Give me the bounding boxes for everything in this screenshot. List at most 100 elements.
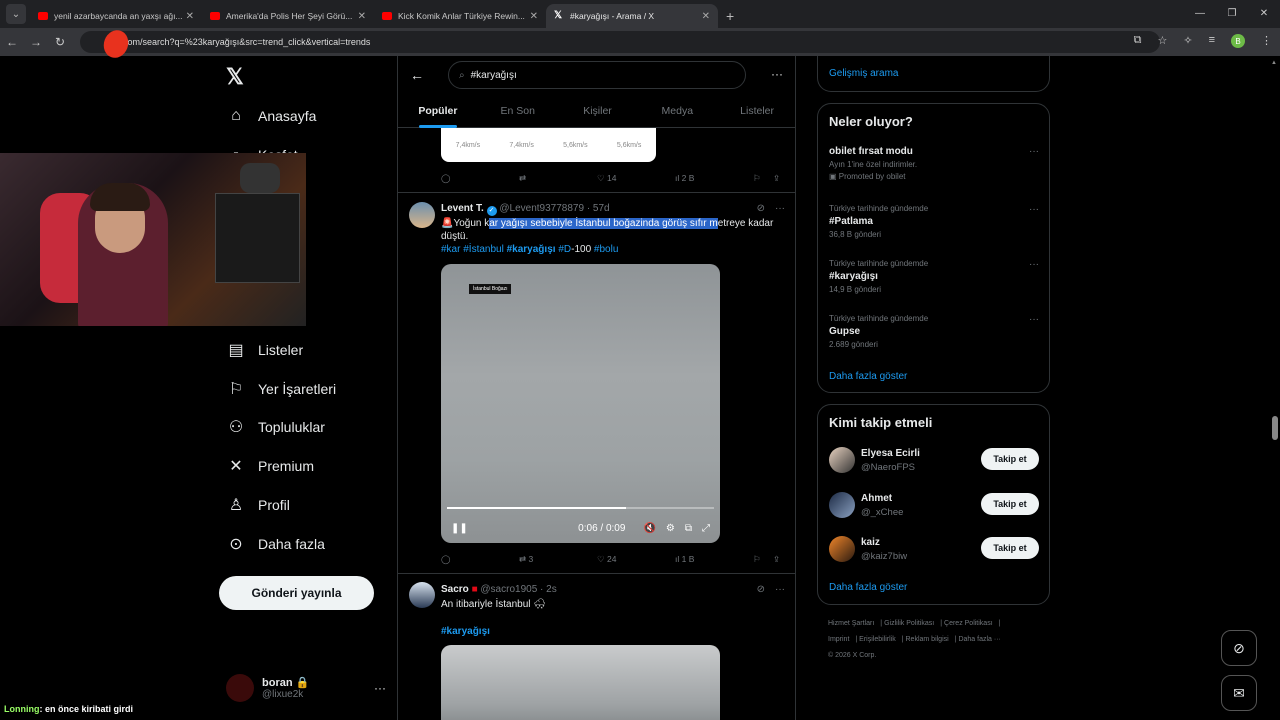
reply-icon[interactable]: ◯ bbox=[441, 554, 451, 565]
repost-button[interactable]: ⇄ 3 bbox=[519, 554, 533, 565]
follow-suggestion[interactable]: Elyesa Ecirli @NaeroFPS Takip et bbox=[829, 445, 1039, 475]
browser-tab-3[interactable]: Kick Komik Anlar Türkiye Rewin... ✕ bbox=[374, 4, 546, 28]
nav-lists[interactable]: ▤ Listeler bbox=[226, 335, 303, 365]
nav-home[interactable]: ⌂ Anasayfa bbox=[226, 101, 316, 131]
close-tab-icon[interactable]: ✕ bbox=[358, 11, 366, 22]
bookmark-icon[interactable]: ⚐ bbox=[753, 554, 761, 565]
back-arrow-icon[interactable]: ← bbox=[410, 67, 424, 83]
grok-icon[interactable]: ⊘ bbox=[757, 203, 765, 214]
trend-item[interactable]: Türkiye tarihinde gündemde #Patlama 36,8… bbox=[829, 204, 1039, 239]
like-button[interactable]: ♡ 24 bbox=[597, 554, 616, 565]
pip-icon[interactable]: ⧉ bbox=[685, 523, 692, 534]
close-tab-icon[interactable]: ✕ bbox=[186, 11, 194, 22]
messages-button[interactable]: ✉ bbox=[1221, 675, 1257, 711]
nav-profile[interactable]: ♙ Profil bbox=[226, 490, 290, 520]
cast-icon[interactable]: ⧉ bbox=[1134, 34, 1142, 48]
repost-icon[interactable]: ⇄ bbox=[519, 173, 526, 184]
bookmark-star-icon[interactable]: ☆ bbox=[1157, 34, 1167, 48]
tab-lists[interactable]: Listeler bbox=[717, 100, 795, 128]
footer-link[interactable]: Gizlilik Politikası bbox=[884, 620, 934, 627]
new-tab-icon[interactable]: + bbox=[726, 8, 734, 24]
nav-bookmarks[interactable]: ⚐ Yer İşaretleri bbox=[226, 374, 336, 404]
follow-suggestion[interactable]: Ahmet @_xChee Takip et bbox=[829, 490, 1039, 520]
show-more-link[interactable]: Daha fazla göster bbox=[829, 582, 907, 593]
scrollbar[interactable] bbox=[1270, 56, 1280, 720]
footer-link[interactable]: Çerez Politikası bbox=[944, 620, 993, 627]
more-icon[interactable]: ··· bbox=[1029, 204, 1039, 215]
reload-icon[interactable]: ↻ bbox=[48, 35, 72, 49]
nav-premium[interactable]: ✕ Premium bbox=[226, 451, 314, 481]
trend-item[interactable]: Türkiye tarihinde gündemde #karyağışı 14… bbox=[829, 259, 1039, 294]
close-tab-icon[interactable]: ✕ bbox=[702, 11, 710, 22]
restore-icon[interactable]: ❐ bbox=[1216, 0, 1248, 28]
mute-icon[interactable]: 🔇 bbox=[643, 523, 655, 534]
follow-suggestion[interactable]: kaiz @kaiz7biw Takip et bbox=[829, 534, 1039, 564]
footer-link[interactable]: Hizmet Şartları bbox=[828, 620, 874, 627]
follow-button[interactable]: Takip et bbox=[981, 537, 1039, 559]
pause-icon[interactable]: ❚❚ bbox=[451, 523, 468, 534]
like-button[interactable]: ♡ 14 bbox=[597, 173, 616, 184]
follow-button[interactable]: Takip et bbox=[981, 448, 1039, 470]
more-icon[interactable]: ··· bbox=[374, 681, 386, 695]
footer-link[interactable]: Imprint bbox=[828, 636, 849, 643]
more-icon[interactable]: ··· bbox=[775, 584, 785, 595]
footer-link[interactable]: Reklam bilgisi bbox=[906, 636, 949, 643]
browser-tab-2[interactable]: Amerika'da Polis Her Şeyi Görü... ✕ bbox=[202, 4, 374, 28]
show-more-link[interactable]: Daha fazla göster bbox=[829, 371, 907, 382]
hashtag-link[interactable]: #D bbox=[558, 244, 571, 255]
scrollbar-thumb[interactable] bbox=[1272, 416, 1278, 440]
hashtag-link[interactable]: #karyağışı bbox=[441, 626, 490, 637]
forward-icon[interactable]: → bbox=[24, 35, 48, 49]
tab-popular[interactable]: Popüler bbox=[398, 100, 478, 128]
back-icon[interactable]: ← bbox=[0, 35, 24, 49]
browser-tab-1[interactable]: yenil azarbaycanda an yaxşı ağı... ✕ bbox=[30, 4, 202, 28]
video-progress-bar[interactable] bbox=[447, 507, 714, 509]
browser-tab-4[interactable]: 𝕏 #karyağışı - Arama / X ✕ bbox=[546, 4, 718, 28]
fullscreen-icon[interactable]: ⤢ bbox=[702, 523, 710, 534]
views-button[interactable]: ıl 1 B bbox=[675, 554, 694, 564]
tab-latest[interactable]: En Son bbox=[478, 100, 558, 128]
scroll-up-icon[interactable]: ▲ bbox=[1271, 60, 1277, 66]
more-icon[interactable]: ··· bbox=[1029, 146, 1039, 157]
more-icon[interactable]: ··· bbox=[771, 67, 783, 81]
url-field[interactable]: x.com/search?q=%23karyağışı&src=trend_cl… bbox=[80, 31, 1160, 53]
profile-avatar[interactable]: B bbox=[1231, 34, 1245, 48]
tweet-image[interactable] bbox=[441, 645, 720, 720]
close-window-icon[interactable]: ✕ bbox=[1248, 0, 1280, 28]
more-icon[interactable]: ··· bbox=[775, 203, 785, 214]
bookmark-icon[interactable]: ⚐ bbox=[753, 173, 761, 184]
extensions-icon[interactable]: ✧ bbox=[1183, 34, 1192, 48]
tab-list-button[interactable]: ⌄ bbox=[6, 4, 26, 24]
menu-icon[interactable]: ⋮ bbox=[1261, 34, 1272, 48]
follow-button[interactable]: Takip et bbox=[981, 493, 1039, 515]
x-logo-icon[interactable]: 𝕏 bbox=[226, 64, 244, 90]
reply-icon[interactable]: ◯ bbox=[441, 173, 451, 184]
more-icon[interactable]: ··· bbox=[1029, 314, 1039, 325]
grok-icon[interactable]: ⊘ bbox=[757, 584, 765, 595]
media-icon[interactable]: ≡ bbox=[1209, 34, 1215, 48]
post-button[interactable]: Gönderi yayınla bbox=[219, 576, 374, 610]
hashtag-link[interactable]: #karyağışı bbox=[507, 244, 556, 255]
hashtag-link[interactable]: #bolu bbox=[594, 244, 618, 255]
hashtag-link[interactable]: #kar bbox=[441, 244, 460, 255]
close-tab-icon[interactable]: ✕ bbox=[530, 11, 538, 22]
trend-item[interactable]: obilet fırsat modu Ayın 1'ine özel indir… bbox=[829, 146, 1039, 181]
account-switcher[interactable]: boran 🔒 @lixue2k ··· bbox=[226, 674, 386, 702]
tweet[interactable]: Levent T. ✓ @Levent93778879 · 57d ⊘ ··· 🚨… bbox=[398, 193, 795, 573]
tweet[interactable]: Sacro ■ @sacro1905 · 2s ⊘ ··· An itibariy… bbox=[398, 574, 795, 720]
share-icon[interactable]: ⇪ bbox=[773, 554, 780, 565]
tab-people[interactable]: Kişiler bbox=[558, 100, 638, 128]
search-input[interactable]: ⌕ #karyağışı bbox=[448, 61, 746, 89]
advanced-search-link[interactable]: Gelişmiş arama bbox=[829, 68, 898, 79]
trend-item[interactable]: Türkiye tarihinde gündemde Gupse 2.689 g… bbox=[829, 314, 1039, 349]
more-icon[interactable]: ··· bbox=[1029, 259, 1039, 270]
share-icon[interactable]: ⇪ bbox=[773, 173, 780, 184]
tab-media[interactable]: Medya bbox=[637, 100, 717, 128]
nav-more[interactable]: ⊙ Daha fazla bbox=[226, 529, 325, 559]
footer-link[interactable]: Daha fazla ··· bbox=[958, 636, 1000, 643]
footer-link[interactable]: Erişilebilirlik bbox=[859, 636, 896, 643]
minimize-icon[interactable]: — bbox=[1184, 0, 1216, 28]
hashtag-link[interactable]: #İstanbul bbox=[463, 244, 504, 255]
views-button[interactable]: ıl 2 B bbox=[675, 173, 694, 183]
nav-communities[interactable]: ⚇ Topluluklar bbox=[226, 412, 325, 442]
